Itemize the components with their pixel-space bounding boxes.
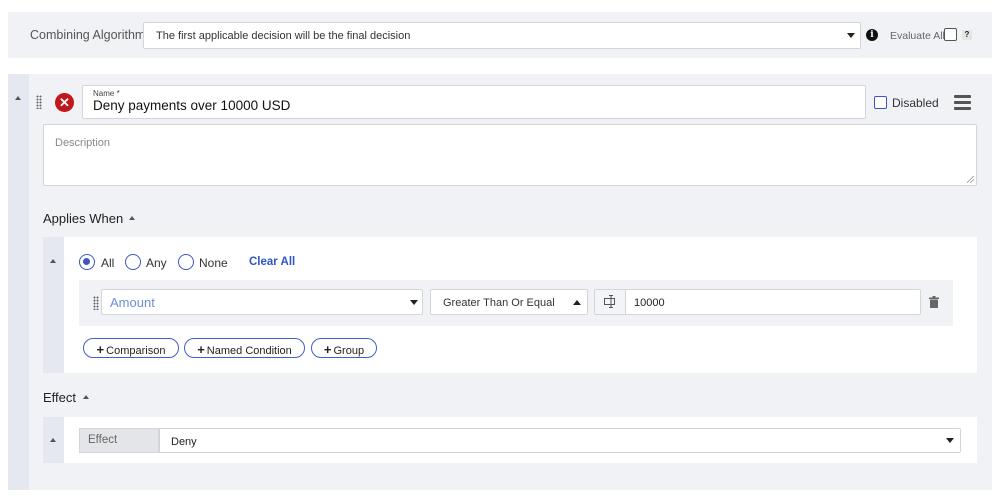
add-named-condition-label: Named Condition <box>206 345 292 357</box>
radio-any-label: Any <box>146 256 167 270</box>
rule-collapse-toggle[interactable] <box>8 74 29 490</box>
applies-when-toggle-icon[interactable] <box>129 216 135 220</box>
add-comparison-label: Comparison <box>106 345 166 357</box>
effect-toggle-icon[interactable] <box>83 395 89 399</box>
effect-collapse-toggle[interactable] <box>43 417 64 463</box>
chevron-down-icon <box>410 300 418 305</box>
combining-algorithm-select[interactable]: The first applicable decision will be th… <box>143 22 861 49</box>
combining-algorithm-value: The first applicable decision will be th… <box>156 30 411 42</box>
radio-all-label: All <box>101 256 115 270</box>
chevron-up-icon <box>573 300 581 305</box>
applies-collapse-toggle[interactable] <box>43 237 64 373</box>
drag-handle-icon[interactable] <box>36 95 42 109</box>
deny-x-icon: ✕ <box>55 93 74 112</box>
combining-algorithm-label: Combining Algorithm <box>30 28 146 42</box>
clear-all-link[interactable]: Clear All <box>249 256 295 268</box>
add-group-button[interactable]: + Group <box>311 338 377 358</box>
condition-value-input[interactable]: 10000 <box>594 289 921 315</box>
trash-icon[interactable] <box>929 296 939 308</box>
disabled-label: Disabled <box>892 96 939 110</box>
hamburger-menu-icon[interactable] <box>954 95 971 110</box>
applies-when-heading: Applies When <box>43 211 124 226</box>
collapse-up-icon <box>50 259 56 263</box>
chevron-down-icon <box>946 438 954 443</box>
radio-none-label: None <box>199 256 228 270</box>
collapse-up-icon <box>15 96 21 100</box>
effect-select[interactable]: Deny <box>159 428 961 453</box>
add-comparison-button[interactable]: + Comparison <box>83 338 179 358</box>
drag-handle-icon[interactable] <box>93 296 99 310</box>
disabled-checkbox[interactable] <box>874 96 887 109</box>
combining-algorithm-bar: Combining Algorithm The first applicable… <box>8 12 992 58</box>
radio-all[interactable] <box>79 254 95 270</box>
condition-operator-value: Greater Than Or Equal <box>443 297 555 309</box>
text-cursor-icon <box>604 295 615 308</box>
rule-name-label: Name * <box>93 89 120 98</box>
plus-icon: + <box>96 342 105 357</box>
rule-name-value: Deny payments over 10000 USD <box>93 98 291 113</box>
collapse-up-icon <box>50 438 56 442</box>
condition-field-value: Amount <box>110 295 155 310</box>
radio-none[interactable] <box>178 254 194 270</box>
chevron-down-icon <box>847 33 855 38</box>
plus-icon: + <box>323 342 332 357</box>
evaluate-all-checkbox[interactable] <box>944 28 957 41</box>
condition-value: 10000 <box>634 297 665 309</box>
radio-any[interactable] <box>125 254 141 270</box>
info-circle-icon[interactable]: i <box>866 29 878 41</box>
description-textarea[interactable]: Description <box>43 124 977 186</box>
evaluate-all-label: Evaluate All <box>890 30 945 42</box>
description-placeholder: Description <box>55 137 111 149</box>
plus-icon: + <box>197 342 205 357</box>
condition-operator-select[interactable]: Greater Than Or Equal <box>430 289 588 315</box>
effect-value: Deny <box>171 436 197 448</box>
condition-field-select[interactable]: Amount <box>101 289 423 315</box>
effect-heading: Effect <box>43 390 77 405</box>
help-icon[interactable]: ? <box>962 30 972 40</box>
effect-field-label: Effect <box>79 428 159 453</box>
add-group-label: Group <box>333 345 365 357</box>
resize-grip-icon[interactable] <box>967 176 974 183</box>
value-type-toggle[interactable] <box>595 290 626 314</box>
rule-name-field[interactable]: Name * Deny payments over 10000 USD <box>82 85 866 119</box>
add-named-condition-button[interactable]: + Named Condition <box>184 338 305 358</box>
